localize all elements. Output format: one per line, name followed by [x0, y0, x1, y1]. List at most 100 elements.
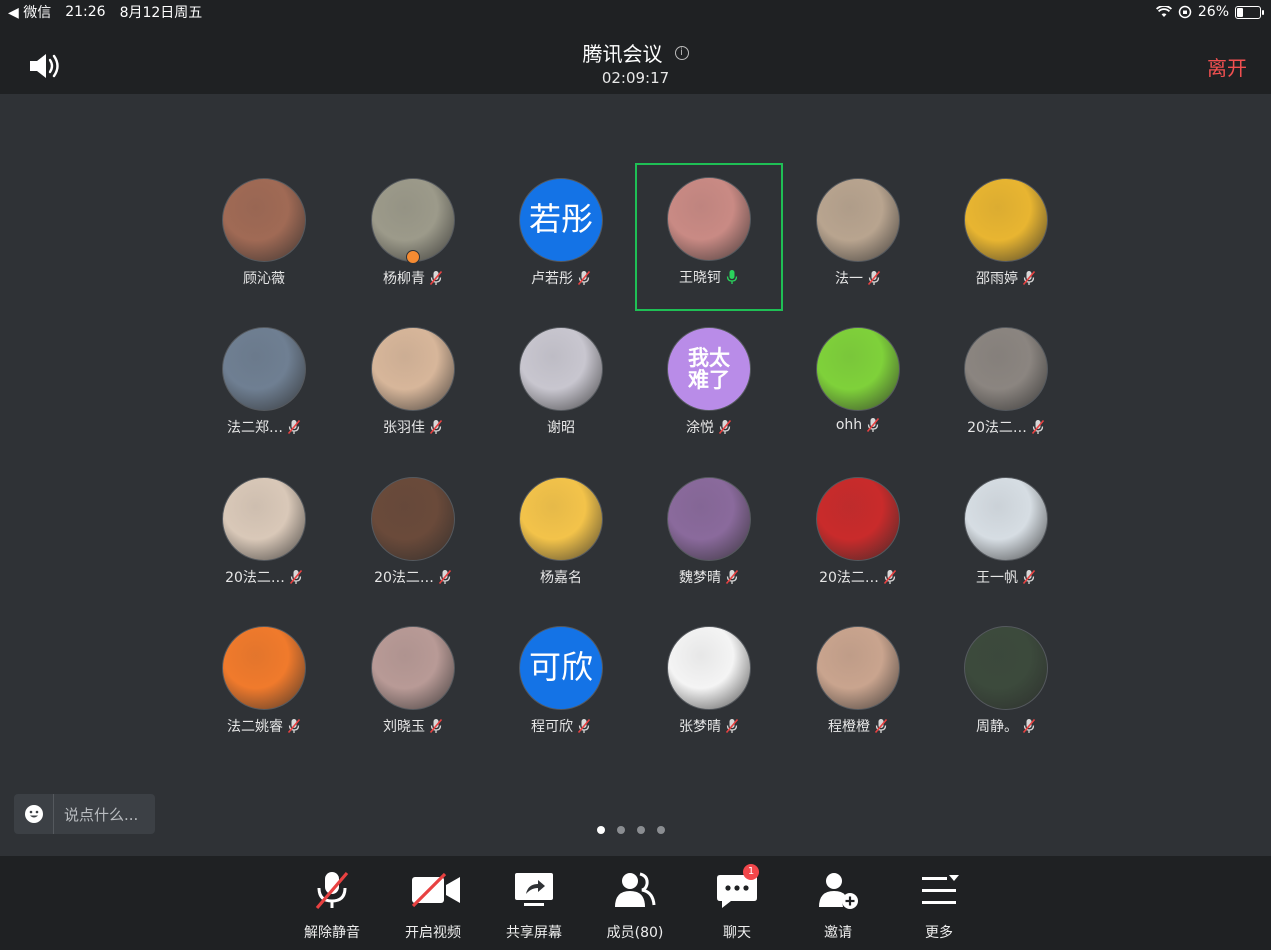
participant-tile[interactable]: 程橙橙: [784, 612, 932, 760]
participant-tile[interactable]: 刘晓玉: [339, 612, 487, 760]
participant-tile[interactable]: 20法二…: [190, 463, 338, 611]
participant-name: 张梦晴: [679, 719, 721, 735]
toolbar-label: 邀请: [824, 925, 852, 941]
toolbar-label: 解除静音: [304, 925, 360, 941]
info-icon[interactable]: i: [674, 45, 689, 60]
participant-avatar: [222, 178, 306, 262]
participant-name-line: 20法二…: [190, 567, 338, 587]
participant-avatar: 我太 难了: [667, 327, 751, 411]
participant-tile[interactable]: 法二郑…: [190, 313, 338, 461]
page-dot[interactable]: [657, 826, 665, 834]
page-dot[interactable]: [637, 826, 645, 834]
participant-name: 法二姚睿: [227, 719, 283, 735]
leave-button[interactable]: 离开: [1207, 52, 1247, 81]
back-to-app-link[interactable]: ◀ 微信: [8, 2, 51, 22]
participant-tile[interactable]: 邵雨婷: [932, 164, 1080, 312]
mic-muted-icon: [1022, 569, 1036, 585]
participant-tile[interactable]: 谢昭: [487, 313, 635, 461]
chat-button[interactable]: 1 聊天: [697, 864, 777, 946]
toolbar-label: 更多: [925, 925, 953, 941]
participant-tile[interactable]: 杨柳青: [339, 164, 487, 312]
participant-avatar: [222, 477, 306, 561]
participant-avatar: [964, 477, 1048, 561]
status-bar: ◀ 微信 21:26 8月12日周五 26%: [0, 0, 1271, 24]
page-indicator[interactable]: [597, 826, 665, 834]
participant-name-line: 程橙橙: [784, 716, 932, 736]
participant-avatar: [964, 178, 1048, 262]
participant-avatar: [519, 327, 603, 411]
participant-tile[interactable]: 法一: [784, 164, 932, 312]
meeting-header: 腾讯会议 i 02:09:17 离开: [0, 24, 1271, 94]
participant-tile[interactable]: ohh: [784, 313, 932, 461]
page-dot[interactable]: [597, 826, 605, 834]
invite-button[interactable]: 邀请: [798, 870, 878, 946]
participant-name-line: 张梦晴: [635, 716, 783, 736]
participant-tile[interactable]: 20法二…: [784, 463, 932, 611]
mic-muted-icon: [289, 569, 303, 585]
participant-name-line: 周静。: [932, 716, 1080, 736]
participant-name: 王晓钶: [679, 270, 721, 286]
host-badge-icon: [406, 250, 420, 264]
emoji-button[interactable]: [14, 794, 54, 834]
participant-avatar: [667, 626, 751, 710]
participant-tile[interactable]: 周静。: [932, 612, 1080, 760]
unmute-button[interactable]: 解除静音: [292, 870, 372, 946]
bottom-toolbar: 解除静音 开启视频 共享屏幕 成员(80) 1 聊天 邀请 更多: [0, 856, 1271, 950]
participant-name-line: 涂悦: [635, 417, 783, 437]
participant-tile[interactable]: 可欣 程可欣: [487, 612, 635, 760]
page-dot[interactable]: [617, 826, 625, 834]
members-button[interactable]: 成员(80): [595, 870, 675, 946]
participant-name: 20法二…: [819, 570, 879, 586]
participant-tile[interactable]: 杨嘉名: [487, 463, 635, 611]
meeting-title: 腾讯会议: [582, 42, 663, 66]
participant-name: 法一: [835, 271, 863, 287]
participant-name-line: 20法二…: [784, 567, 932, 587]
participant-name-line: 20法二…: [339, 567, 487, 587]
participant-avatar: [816, 626, 900, 710]
participant-name-line: 刘晓玉: [339, 716, 487, 736]
participant-tile[interactable]: 王一帆: [932, 463, 1080, 611]
participant-tile[interactable]: 若彤 卢若彤: [487, 164, 635, 312]
participant-name: 杨柳青: [383, 271, 425, 287]
participant-tile[interactable]: 20法二…: [339, 463, 487, 611]
participant-name: 20法二…: [225, 570, 285, 586]
participant-avatar: [222, 626, 306, 710]
chat-input[interactable]: 说点什么...: [14, 794, 155, 834]
participant-name-line: 邵雨婷: [932, 268, 1080, 288]
mic-muted-icon: [429, 419, 443, 435]
participant-tile[interactable]: 顾沁薇: [190, 164, 338, 312]
participant-avatar: [816, 327, 900, 411]
members-icon: [611, 870, 659, 910]
participant-name-line: 王晓钶: [637, 267, 781, 287]
participant-avatar: [667, 177, 751, 261]
more-icon: [915, 870, 963, 910]
participant-tile[interactable]: 张羽佳: [339, 313, 487, 461]
chat-icon: 1: [713, 864, 761, 910]
participant-name: 卢若彤: [531, 271, 573, 287]
participant-tile[interactable]: 我太 难了 涂悦: [635, 313, 783, 461]
participant-name: 杨嘉名: [540, 570, 582, 586]
smile-icon: [24, 805, 43, 823]
participant-tile[interactable]: 20法二…: [932, 313, 1080, 461]
participant-avatar: [816, 477, 900, 561]
participant-tile[interactable]: 魏梦晴: [635, 463, 783, 611]
more-button[interactable]: 更多: [899, 870, 979, 946]
mic-muted-icon: [577, 718, 591, 734]
avatar-initials: 我太 难了: [688, 345, 730, 392]
participant-tile[interactable]: 王晓钶: [635, 163, 783, 311]
avatar-initials: 若彤: [528, 200, 593, 239]
toolbar-label: 开启视频: [405, 925, 461, 941]
participant-avatar: [816, 178, 900, 262]
participant-tile[interactable]: 张梦晴: [635, 612, 783, 760]
mic-muted-icon: [1022, 270, 1036, 286]
share-screen-button[interactable]: 共享屏幕: [494, 870, 574, 946]
start-video-button[interactable]: 开启视频: [393, 870, 473, 946]
mic-muted-icon: [725, 718, 739, 734]
mic-muted-icon: [577, 270, 591, 286]
mic-muted-icon: [866, 417, 880, 433]
participant-name-line: 谢昭: [487, 417, 635, 437]
participant-tile[interactable]: 法二姚睿: [190, 612, 338, 760]
mic-muted-icon: [438, 569, 452, 585]
mic-muted-icon: [429, 270, 443, 286]
participant-name-line: 法一: [784, 268, 932, 288]
